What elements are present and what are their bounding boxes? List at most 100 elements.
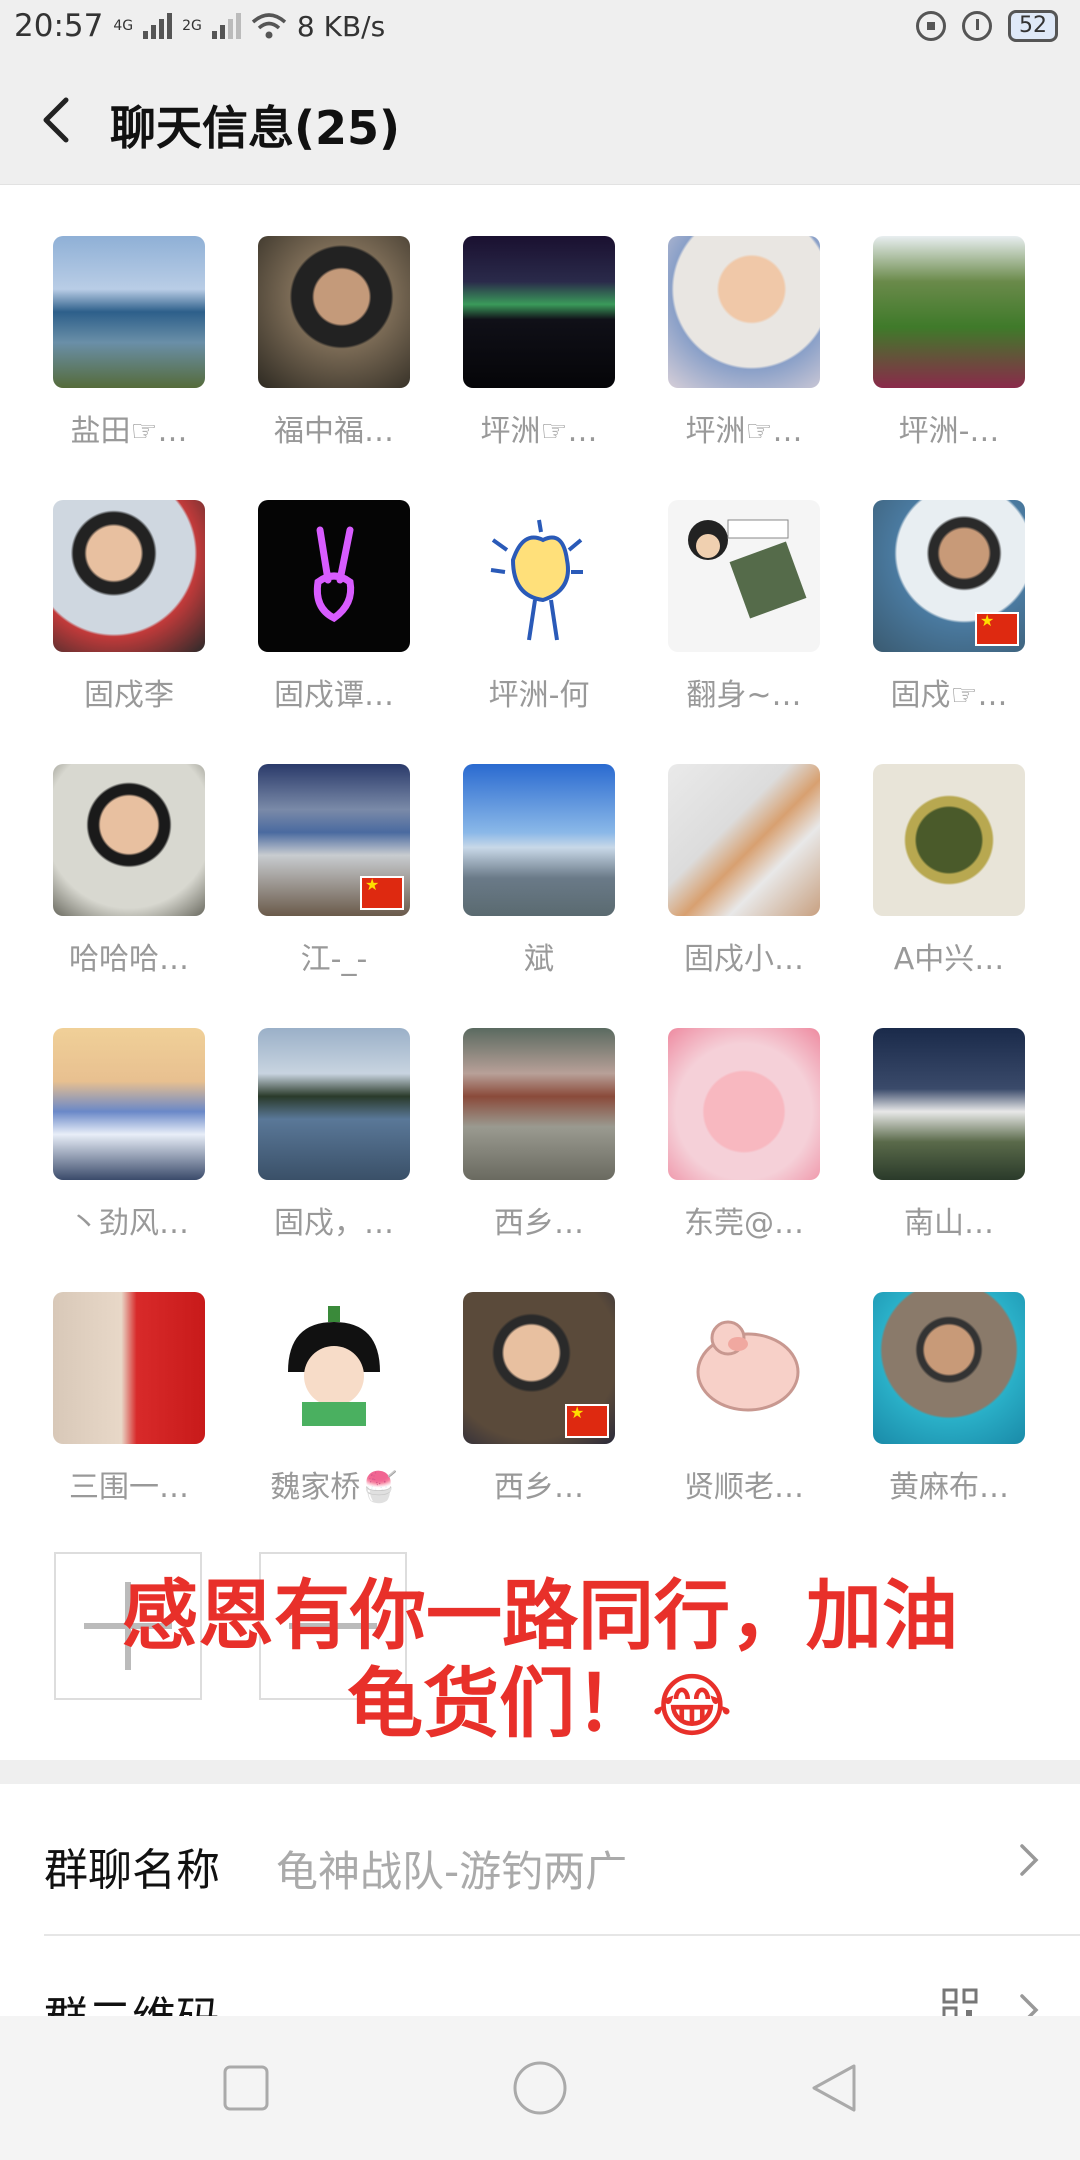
status-right: 52 [916,10,1058,42]
avatar [258,1292,410,1444]
member-name: 固戍，… [274,1206,394,1241]
avatar [873,500,1025,652]
avatar [258,500,410,652]
avatar [668,764,820,916]
network-4g: 4G [113,19,133,33]
battery-level: 52 [1019,13,1047,38]
member-name: 固戍李 [84,678,174,713]
member-name: 坪洲-… [898,414,1000,449]
member-item[interactable]: 丶劲风… [34,1028,224,1242]
laughing-emoji-icon: 😂 [651,1665,733,1747]
chevron-left-icon[interactable] [34,92,84,148]
system-nav-bar [0,2016,1080,2160]
avatar [53,500,205,652]
signal-icon-2 [211,13,241,39]
avatar [258,1028,410,1180]
member-item[interactable]: A中兴… [854,764,1044,978]
member-name: 哈哈哈… [69,942,189,977]
member-name: 斌 [524,942,554,977]
cartoon-girl-sticker [288,1306,380,1426]
wifi-icon [251,13,287,39]
lock-rotation-icon [916,11,946,41]
member-item[interactable]: 固戍李 [34,500,224,714]
member-name: 南山… [904,1206,994,1241]
avatar [53,764,205,916]
member-name: 东莞@… [684,1206,804,1241]
back-triangle-icon[interactable] [808,2062,858,2114]
member-name: 固戍☞… [890,678,1008,713]
member-name: 坪洲-何 [488,678,590,713]
member-item[interactable]: 魏家桥🍧 [239,1292,429,1506]
avatar [53,1292,205,1444]
member-item[interactable]: 西乡… [444,1292,634,1506]
group-name-label: 群聊名称 [44,1845,220,1896]
member-name: 江-_- [300,942,368,977]
alarm-icon [962,11,992,41]
member-item[interactable]: 贤顺老… [649,1292,839,1506]
member-name: 固戍小… [684,942,804,977]
member-item[interactable]: 斌 [444,764,634,978]
avatar [53,236,205,388]
member-item[interactable]: 东莞@… [649,1028,839,1242]
member-item[interactable]: 盐田☞… [34,236,224,450]
member-name: 福中福… [274,414,394,449]
network-4g-label: 4G [113,18,134,34]
member-name: 盐田☞… [70,414,188,449]
group-name-row[interactable]: 群聊名称 龟神战队-游钓两广 [0,1784,1080,1934]
chevron-right-icon [1020,1994,1039,2016]
pig-sticker [696,1320,800,1412]
avatar [668,236,820,388]
avatar [258,764,410,916]
avatar [873,1028,1025,1180]
member-item[interactable]: 西乡… [444,1028,634,1242]
avatar [463,1028,615,1180]
member-item[interactable]: 黄麻布… [854,1292,1044,1506]
member-name: 坪洲☞… [480,414,598,449]
member-name: 西乡… [494,1206,584,1241]
member-item[interactable]: 固戍，… [239,1028,429,1242]
signal-icon [143,13,173,39]
member-name: 翻身~… [686,678,802,713]
network-2g: 2G [182,19,202,33]
member-item[interactable]: 坪洲☞… [649,236,839,450]
china-flag-badge [360,875,404,910]
status-left: 20:57 4G 2G 8 KB/s [14,8,385,44]
member-name: 贤顺老… [684,1470,804,1505]
avatar [463,764,615,916]
overlay-caption: 感恩有你一路同行，加油 龟货们！😂 [100,1572,980,1750]
member-item[interactable]: 福中福… [239,236,429,450]
member-item[interactable]: 固戍☞… [854,500,1044,714]
member-item[interactable]: 哈哈哈… [34,764,224,978]
home-icon[interactable] [512,2060,568,2116]
waving-hand-drawing [490,519,583,641]
member-item[interactable]: 坪洲☞… [444,236,634,450]
member-item[interactable]: 南山… [854,1028,1044,1242]
section-separator [0,1760,1080,1784]
qr-code-icon [942,1988,978,2016]
member-item[interactable]: 三围一… [34,1292,224,1506]
member-name: 丶劲风… [69,1206,189,1241]
member-name: 三围一… [69,1470,189,1505]
member-item[interactable]: 固戍小… [649,764,839,978]
avatar [668,500,820,652]
china-flag-badge [565,1403,609,1438]
avatar [463,1292,615,1444]
network-2g-label: 2G [182,18,202,34]
member-item[interactable]: 江-_- [239,764,429,978]
peace-sign-image [313,526,355,623]
group-name-value: 龟神战队-游钓两广 [276,1847,628,1896]
member-item[interactable]: 固戍谭… [239,500,429,714]
member-name: A中兴… [893,942,1005,977]
member-item[interactable]: 坪洲-… [854,236,1044,450]
chevron-right-icon [1020,1844,1039,1876]
group-qr-row[interactable]: 群二维码 [0,1936,1080,2016]
member-item[interactable]: 翻身~… [649,500,839,714]
recent-apps-icon[interactable] [222,2064,270,2112]
avatar [873,764,1025,916]
overlay-line-2: 龟货们！😂 [100,1660,980,1750]
member-name: 魏家桥🍧 [270,1470,398,1505]
header: 聊天信息(25) [0,56,1080,185]
avatar [463,500,615,652]
member-item[interactable]: 坪洲-何 [444,500,634,714]
china-flag-badge [975,611,1019,646]
